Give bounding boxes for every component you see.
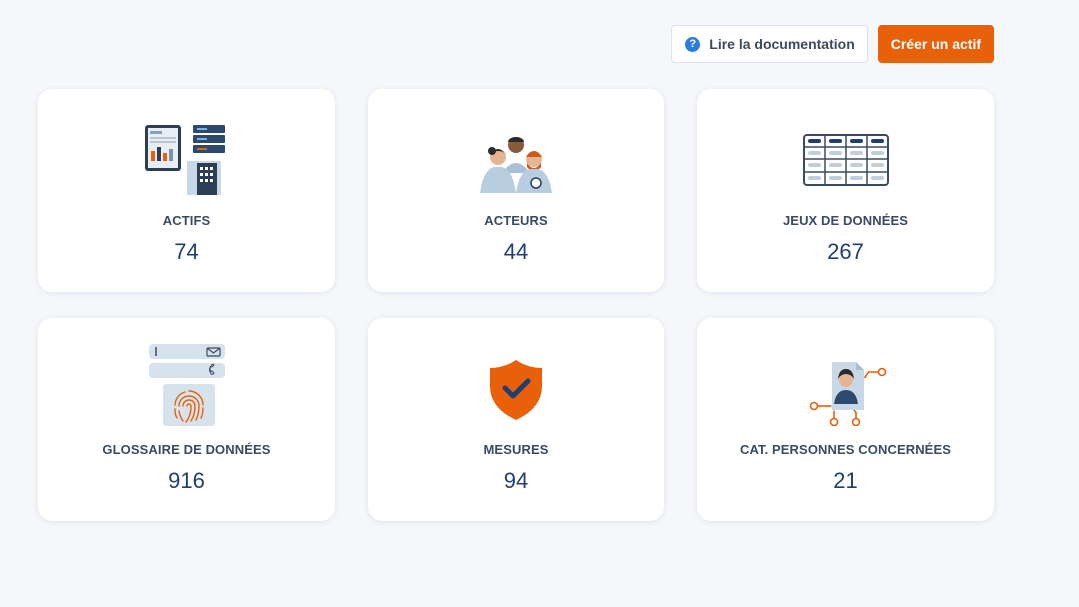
card-label: GLOSSAIRE DE DONNÉES [102, 442, 271, 457]
help-icon: ? [685, 36, 701, 52]
card-label: ACTIFS [162, 213, 211, 228]
card-acteurs[interactable]: ACTEURS 44 [368, 89, 664, 292]
card-jeux-de-donnees[interactable]: JEUX DE DONNÉES 267 [697, 89, 994, 292]
read-documentation-label: Lire la documentation [709, 36, 855, 52]
card-label: ACTEURS [484, 213, 548, 228]
card-categories-personnes-concernees[interactable]: CAT. PERSONNES CONCERNÉES 21 [697, 318, 994, 521]
people-group-icon [466, 113, 566, 197]
card-label: CAT. PERSONNES CONCERNÉES [739, 442, 951, 457]
card-label: MESURES [483, 442, 549, 457]
create-asset-label: Créer un actif [890, 36, 981, 52]
card-glossaire-de-donnees[interactable]: GLOSSAIRE DE DONNÉES 916 [38, 318, 335, 521]
card-actifs[interactable]: ACTIFS 74 [38, 89, 335, 292]
card-count: 94 [503, 468, 529, 493]
card-count: 74 [174, 239, 199, 264]
shield-check-icon [466, 342, 566, 426]
card-count: 21 [833, 468, 858, 493]
card-mesures[interactable]: MESURES 94 [368, 318, 664, 521]
create-asset-button[interactable]: Créer un actif [877, 25, 994, 63]
read-documentation-button[interactable]: ? Lire la documentation [671, 25, 868, 63]
summary-cards-grid: ACTIFS 74 ACTEURS 44 JEUX DE DONNÉES 267… [38, 89, 994, 521]
card-count: 916 [168, 468, 205, 493]
assets-icon [137, 113, 237, 197]
fingerprint-form-icon [137, 342, 237, 426]
card-count: 44 [503, 239, 529, 264]
card-label: JEUX DE DONNÉES [782, 213, 909, 228]
person-network-icon [796, 342, 896, 426]
card-count: 267 [827, 239, 864, 264]
header-actions: ? Lire la documentation Créer un actif [671, 25, 994, 63]
data-table-icon [796, 113, 896, 197]
